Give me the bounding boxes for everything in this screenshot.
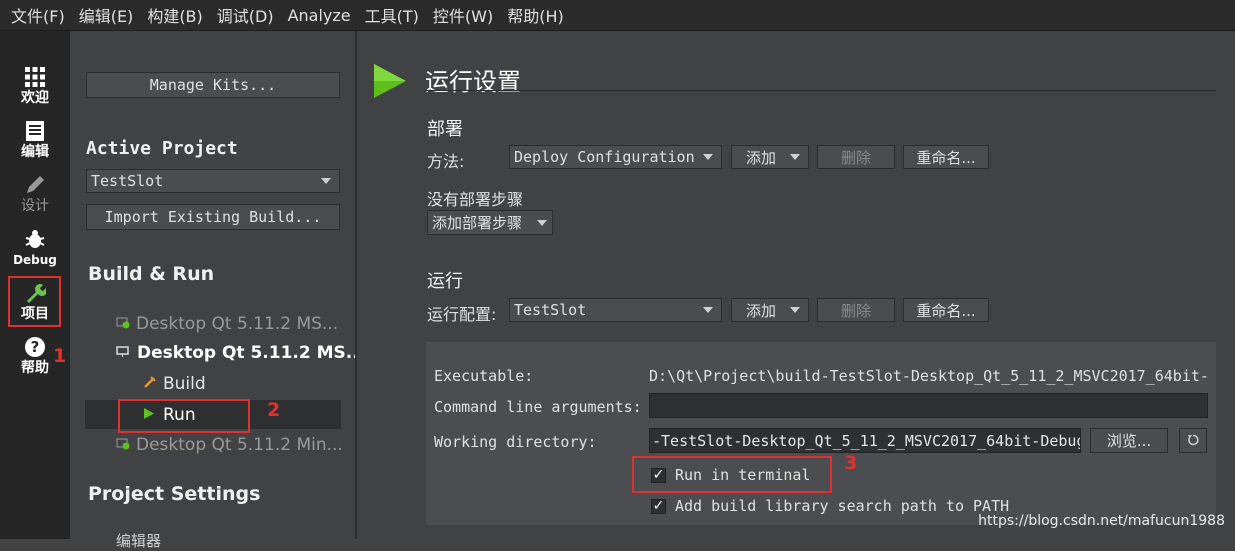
- chevron-down-icon: [537, 219, 547, 226]
- add-lib-path-checkbox[interactable]: ✓: [651, 499, 666, 514]
- run-add-button[interactable]: 添加: [731, 298, 809, 322]
- run-remove-button[interactable]: 删除: [817, 298, 895, 322]
- mode-label: 帮助: [21, 360, 49, 376]
- add-label: 添加: [746, 301, 777, 320]
- kit-item-msvc-active[interactable]: Desktop Qt 5.11.2 MS...: [116, 343, 365, 363]
- help-icon: ?: [24, 334, 46, 360]
- mode-debug[interactable]: Debug: [0, 226, 70, 278]
- executable-value: D:\Qt\Project\build-TestSlot-Desktop_Qt_…: [649, 367, 1208, 385]
- project-select[interactable]: TestSlot: [86, 169, 340, 193]
- add-lib-path-label: Add build library search path to PATH: [675, 497, 1010, 515]
- args-input[interactable]: [649, 393, 1208, 418]
- title-divider: [425, 90, 1216, 91]
- deploy-config-select[interactable]: Deploy Configuration: [509, 145, 722, 169]
- no-deploy-steps-label: 没有部署步骤: [427, 190, 524, 209]
- editor-settings-item[interactable]: 编辑器: [116, 530, 161, 551]
- annotation-box-2: [118, 399, 250, 433]
- workdir-label: Working directory:: [434, 433, 597, 451]
- monitor-icon: [116, 343, 129, 363]
- mode-label: Debug: [13, 253, 57, 267]
- active-project-title: Active Project: [86, 138, 238, 159]
- hammer-icon: [143, 374, 157, 394]
- menu-edit[interactable]: 编辑(E): [72, 3, 141, 27]
- run-config-label: 运行配置:: [427, 305, 497, 324]
- menu-debug[interactable]: 调试(D): [210, 3, 281, 27]
- svg-text:?: ?: [31, 338, 40, 356]
- add-deploy-step-button[interactable]: 添加部署步骤: [427, 210, 553, 235]
- import-build-button[interactable]: Import Existing Build...: [86, 204, 340, 230]
- kit-item-mingw[interactable]: Desktop Qt 5.11.2 Min...: [116, 435, 343, 455]
- page-title: 运行设置: [425, 68, 521, 96]
- annotation-number-3: 3: [844, 452, 858, 474]
- build-run-title: Build & Run: [88, 263, 215, 285]
- add-label: 添加: [746, 148, 777, 167]
- reset-icon: [1187, 432, 1199, 450]
- executable-label: Executable:: [434, 367, 534, 385]
- kit-item-msvc-1[interactable]: Desktop Qt 5.11.2 MS...: [116, 314, 338, 334]
- run-heading: 运行: [427, 271, 463, 292]
- deploy-config-value: Deploy Configuration: [514, 148, 695, 166]
- browse-button[interactable]: 浏览...: [1090, 428, 1168, 453]
- kit-add-icon: [116, 314, 130, 334]
- mode-design[interactable]: 设计: [0, 172, 70, 224]
- reset-button[interactable]: [1179, 428, 1207, 453]
- method-label: 方法:: [427, 152, 465, 171]
- project-select-value: TestSlot: [91, 172, 164, 190]
- run-rename-button[interactable]: 重命名...: [903, 298, 989, 322]
- menu-file[interactable]: 文件(F): [0, 3, 72, 27]
- kit-label: Desktop Qt 5.11.2 Min...: [136, 435, 343, 455]
- mode-edit[interactable]: 编辑: [0, 118, 70, 170]
- menu-widgets[interactable]: 控件(W): [426, 3, 500, 27]
- build-label: Build: [163, 374, 206, 394]
- mode-welcome[interactable]: 欢迎: [0, 64, 70, 116]
- grid-icon: [24, 64, 46, 90]
- deploy-add-button[interactable]: 添加: [731, 145, 809, 169]
- menu-build[interactable]: 构建(B): [140, 3, 209, 27]
- annotation-number-1: 1: [53, 345, 67, 367]
- chevron-down-icon: [790, 154, 800, 160]
- deploy-remove-button[interactable]: 删除: [817, 145, 895, 169]
- pencil-icon: [24, 172, 46, 198]
- deploy-heading: 部署: [427, 119, 463, 140]
- run-config-value: TestSlot: [514, 301, 587, 319]
- chevron-down-icon: [790, 307, 800, 313]
- chevron-down-icon: [703, 154, 713, 160]
- mode-label: 编辑: [21, 144, 49, 160]
- annotation-box-3: [632, 456, 832, 493]
- chevron-down-icon: [703, 307, 713, 313]
- menu-bar: 文件(F) 编辑(E) 构建(B) 调试(D) Analyze 工具(T) 控件…: [0, 0, 1235, 31]
- run-settings-play-icon: [373, 63, 407, 103]
- bug-icon: [24, 226, 46, 252]
- document-icon: [25, 118, 45, 144]
- menu-analyze[interactable]: Analyze: [281, 6, 358, 25]
- kit-label: Desktop Qt 5.11.2 MS...: [136, 314, 339, 334]
- annotation-number-2: 2: [267, 399, 281, 421]
- chevron-down-icon: [321, 178, 331, 184]
- deploy-rename-button[interactable]: 重命名...: [903, 145, 989, 169]
- mode-label: 设计: [21, 198, 49, 214]
- add-deploy-step-label: 添加部署步骤: [432, 214, 523, 232]
- workdir-input[interactable]: -TestSlot-Desktop_Qt_5_11_2_MSVC2017_64b…: [649, 428, 1081, 453]
- menu-tools[interactable]: 工具(T): [358, 3, 426, 27]
- watermark: https://blog.csdn.net/mafucun1988: [978, 513, 1225, 529]
- annotation-box-1: [8, 276, 61, 327]
- mode-label: 欢迎: [21, 90, 49, 106]
- args-label: Command line arguments:: [434, 398, 642, 416]
- menu-help[interactable]: 帮助(H): [500, 3, 571, 27]
- project-pane: [71, 31, 355, 539]
- manage-kits-button[interactable]: Manage Kits...: [86, 72, 340, 98]
- project-settings-title: Project Settings: [88, 483, 261, 505]
- run-config-select[interactable]: TestSlot: [509, 298, 722, 322]
- build-item[interactable]: Build: [143, 374, 206, 394]
- kit-add-icon: [116, 435, 130, 455]
- kit-label: Desktop Qt 5.11.2 MS...: [137, 343, 366, 363]
